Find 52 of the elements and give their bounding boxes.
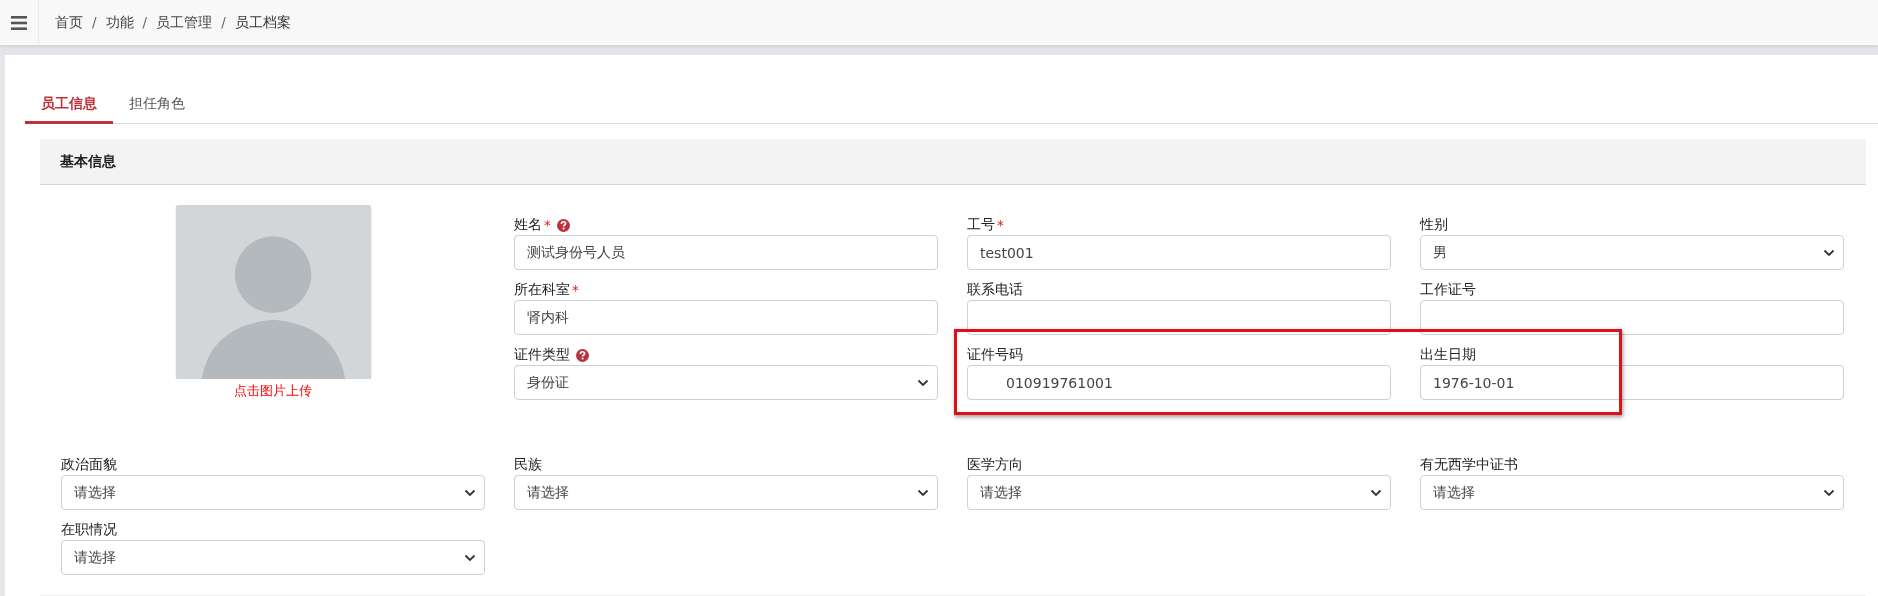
field-label: 工号 — [967, 216, 995, 234]
field-label: 联系电话 — [967, 281, 1023, 299]
select-field[interactable]: 请选择 — [61, 540, 485, 575]
breadcrumb-current: 员工档案 — [234, 13, 291, 32]
chevron-down-icon — [464, 553, 476, 562]
select-field[interactable]: 身份证 — [514, 365, 938, 400]
breadcrumb-separator: / — [92, 13, 97, 32]
menu-icon[interactable] — [11, 15, 27, 30]
breadcrumb-link[interactable]: 功能 — [105, 13, 134, 32]
breadcrumb-separator: / — [142, 13, 148, 32]
required-mark: * — [544, 217, 551, 233]
select-field[interactable]: 男 — [1420, 235, 1844, 270]
help-icon[interactable] — [556, 218, 570, 232]
section-title: 基本信息 — [60, 152, 116, 171]
help-icon[interactable] — [576, 348, 589, 362]
field-label: 有无西学中证书 — [1420, 456, 1518, 474]
chevron-down-icon — [1823, 488, 1835, 497]
select-field[interactable]: 请选择 — [1420, 475, 1844, 510]
chevron-down-icon — [917, 488, 929, 497]
chevron-down-icon — [917, 378, 929, 387]
field-label: 姓名 — [514, 216, 542, 234]
field-label: 在职情况 — [61, 521, 117, 539]
select-field[interactable]: 请选择 — [967, 475, 1391, 510]
tab[interactable]: 员工信息 — [25, 85, 113, 124]
input-field[interactable]: 010919761001 — [967, 365, 1391, 400]
select-field[interactable]: 请选择 — [61, 475, 485, 510]
input-field[interactable]: 测试身份号人员 — [514, 235, 938, 270]
required-mark: * — [572, 282, 579, 298]
input-field[interactable]: 1976-10-01 — [1420, 365, 1844, 400]
input-field[interactable] — [967, 300, 1391, 335]
field-label: 医学方向 — [967, 456, 1023, 474]
field-label: 民族 — [514, 456, 542, 474]
field-label: 证件类型 — [514, 346, 570, 364]
upload-caption[interactable]: 点击图片上传 — [234, 382, 312, 400]
field-label: 证件号码 — [967, 346, 1023, 364]
tab[interactable]: 担任角色 — [113, 85, 201, 124]
input-field[interactable] — [1420, 300, 1844, 335]
input-field[interactable]: 肾内科 — [514, 300, 938, 335]
breadcrumb-link[interactable]: 首页 — [55, 13, 83, 32]
field-label: 出生日期 — [1420, 346, 1476, 364]
required-mark: * — [997, 217, 1004, 233]
input-field[interactable]: test001 — [967, 235, 1391, 270]
field-label: 工作证号 — [1420, 281, 1476, 299]
select-field[interactable]: 请选择 — [514, 475, 938, 510]
breadcrumb-link[interactable]: 员工管理 — [156, 13, 213, 32]
breadcrumb-separator: / — [221, 13, 226, 32]
chevron-down-icon — [464, 488, 476, 497]
chevron-down-icon — [1823, 248, 1835, 257]
field-label: 政治面貌 — [61, 456, 117, 474]
chevron-down-icon — [1370, 488, 1382, 497]
field-label: 所在科室 — [514, 281, 570, 299]
field-label: 性别 — [1420, 216, 1448, 234]
